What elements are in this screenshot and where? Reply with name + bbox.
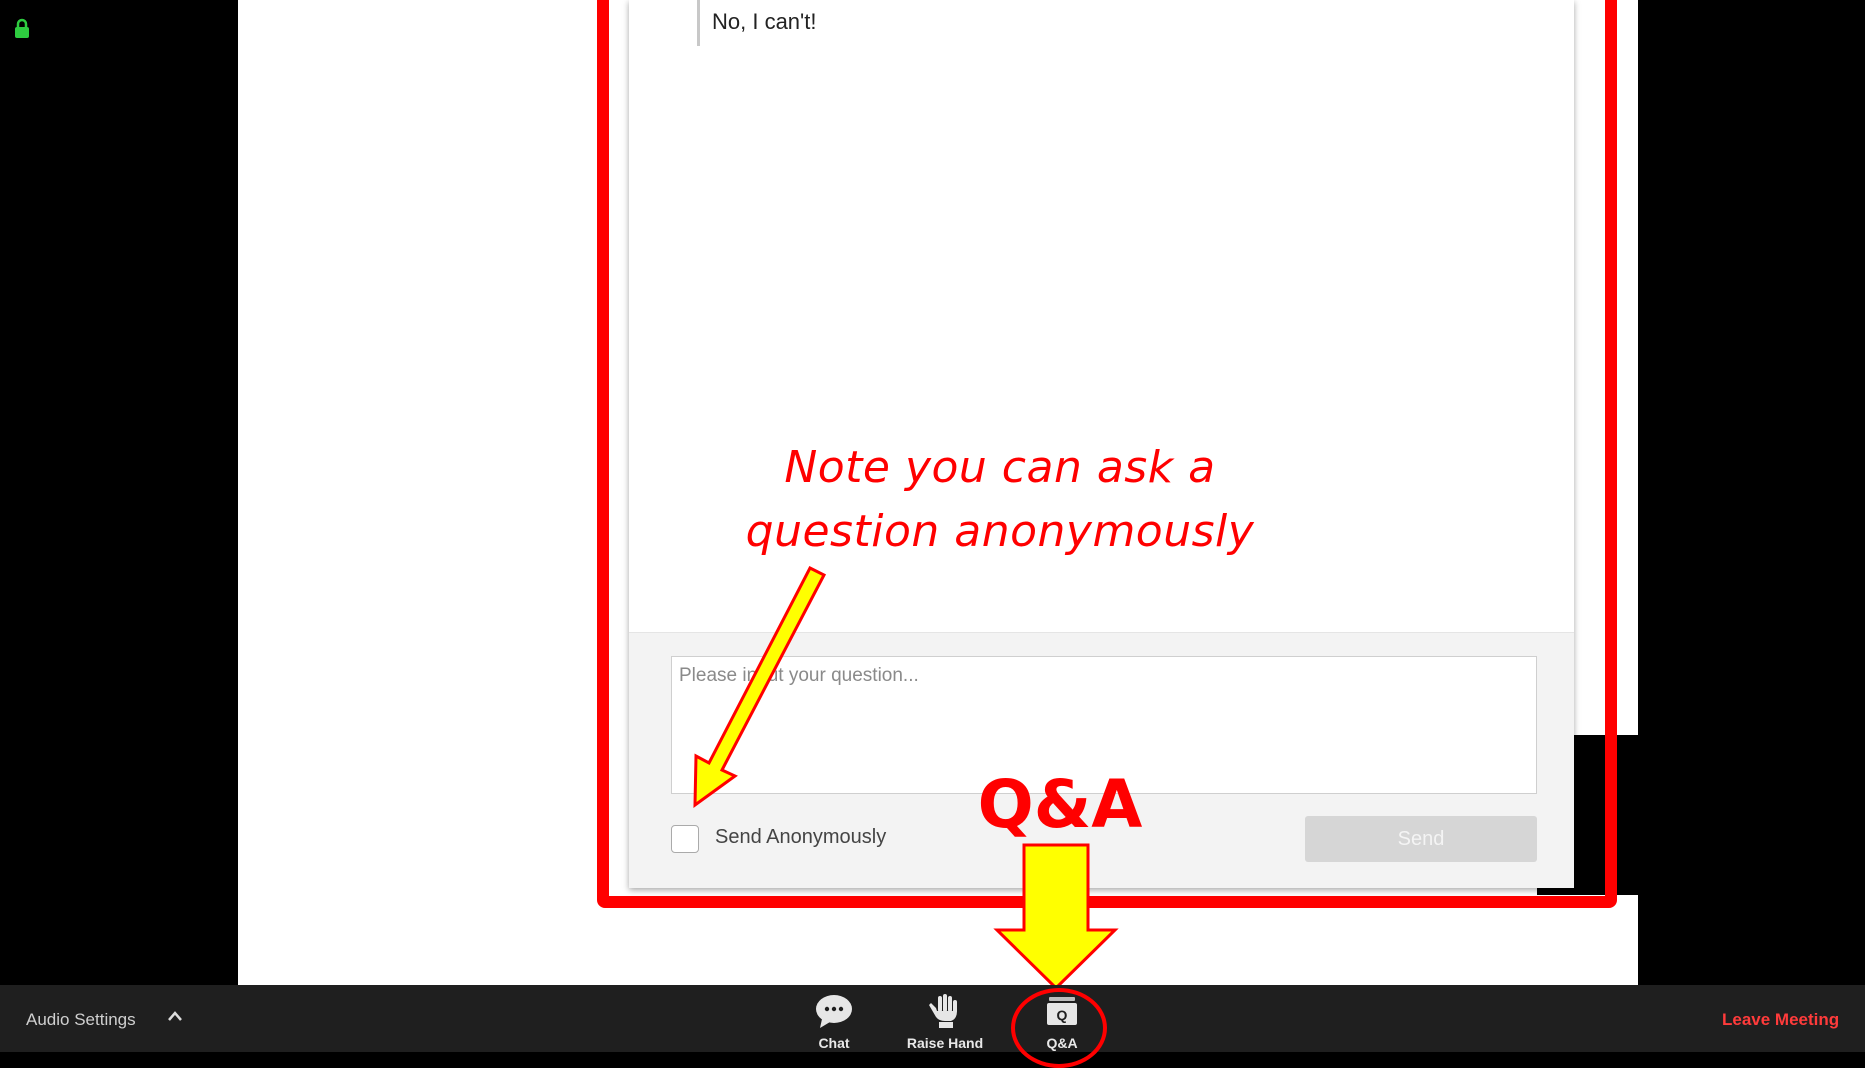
audio-settings-button[interactable]: Audio Settings <box>26 1010 136 1030</box>
note-line-1: Note you can ask a <box>784 442 1216 493</box>
qa-annotation-label: Q&A <box>977 766 1143 843</box>
anonymous-note: Note you can ask a question anonymously <box>700 436 1300 564</box>
diagonal-arrow <box>693 565 827 808</box>
qa-highlight-circle <box>1011 988 1107 1068</box>
chat-label: Chat <box>818 1035 850 1051</box>
raise-hand-label: Raise Hand <box>906 1035 984 1051</box>
chat-bubble-icon <box>816 995 852 1028</box>
leave-meeting-button[interactable]: Leave Meeting <box>1722 1010 1839 1030</box>
note-line-2: question anonymously <box>745 506 1255 557</box>
hand-icon <box>929 994 957 1028</box>
chat-button[interactable]: Chat <box>784 993 884 1052</box>
raise-hand-button[interactable]: Raise Hand <box>895 993 995 1052</box>
down-arrow <box>993 843 1119 991</box>
meeting-toolbar: Audio Settings Chat Raise Hand Q Q&A Lea… <box>0 985 1865 1052</box>
chevron-up-icon[interactable] <box>166 1009 184 1023</box>
